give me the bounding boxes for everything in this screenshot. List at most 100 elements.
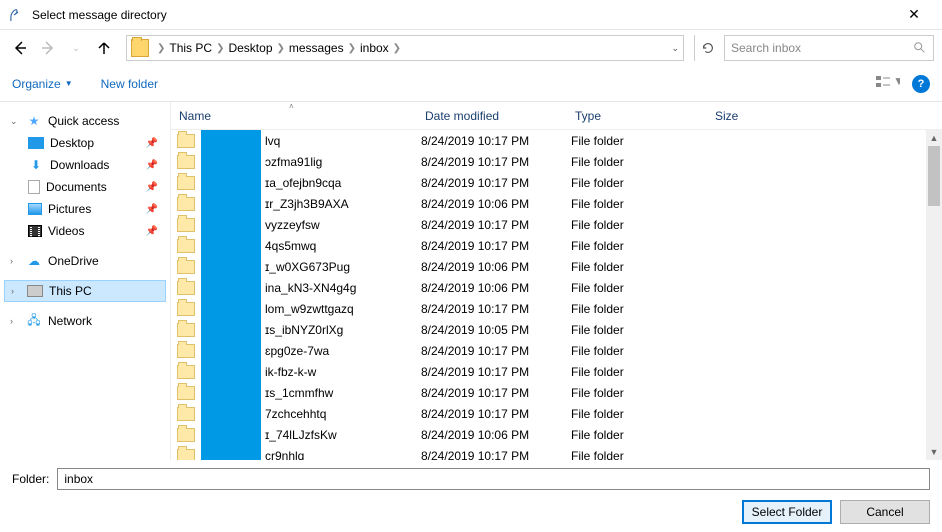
- file-date: 8/24/2019 10:06 PM: [421, 428, 571, 442]
- file-type: File folder: [571, 197, 711, 211]
- redacted-block: [201, 340, 261, 361]
- file-type: File folder: [571, 134, 711, 148]
- file-type: File folder: [571, 428, 711, 442]
- dialog-footer: Folder: Select Folder Cancel: [0, 460, 942, 532]
- file-type: File folder: [571, 260, 711, 274]
- file-type: File folder: [571, 155, 711, 169]
- file-list[interactable]: ▲ ▼ lvq8/24/2019 10:17 PMFile folderɔzfm…: [171, 130, 942, 460]
- tree-quick-access[interactable]: ⌄ ★ Quick access: [4, 110, 166, 132]
- file-row[interactable]: vyzzeyfsw8/24/2019 10:17 PMFile folder: [171, 214, 942, 235]
- breadcrumb-item[interactable]: This PC: [169, 41, 212, 55]
- app-icon: [8, 7, 24, 23]
- redacted-block: [201, 361, 261, 382]
- chevron-down-icon: ▼: [65, 79, 73, 88]
- file-row[interactable]: ɔzfma91lig8/24/2019 10:17 PMFile folder: [171, 151, 942, 172]
- file-row[interactable]: ɪ_w0XG673Pug8/24/2019 10:06 PMFile folde…: [171, 256, 942, 277]
- search-input[interactable]: Search inbox: [724, 35, 934, 61]
- redacted-block: [201, 256, 261, 277]
- file-date: 8/24/2019 10:17 PM: [421, 176, 571, 190]
- file-row[interactable]: 7zchcehhtq8/24/2019 10:17 PMFile folder: [171, 403, 942, 424]
- up-button[interactable]: [92, 36, 116, 60]
- col-size[interactable]: Size: [715, 109, 795, 123]
- address-bar[interactable]: ❯ This PC ❯ Desktop ❯ messages ❯ inbox ❯…: [126, 35, 684, 61]
- back-button[interactable]: [8, 36, 32, 60]
- tree-network[interactable]: › 🖧 Network: [4, 310, 166, 332]
- breadcrumb-item[interactable]: inbox: [360, 41, 389, 55]
- col-type[interactable]: Type: [575, 109, 715, 123]
- document-icon: [28, 180, 40, 194]
- file-pane: Name ˄ Date modified Type Size ▲ ▼ lvq8/…: [170, 102, 942, 460]
- folder-icon: [177, 323, 195, 337]
- nav-bar: ⌄ ❯ This PC ❯ Desktop ❯ messages ❯ inbox…: [0, 30, 942, 66]
- search-placeholder: Search inbox: [731, 41, 913, 55]
- chevron-right-icon[interactable]: ›: [10, 256, 20, 266]
- refresh-button[interactable]: [694, 35, 720, 61]
- cancel-button[interactable]: Cancel: [840, 500, 930, 524]
- download-icon: ⬇: [28, 157, 44, 173]
- search-icon: [913, 41, 927, 55]
- tree-videos[interactable]: Videos 📌: [4, 220, 166, 242]
- tree-onedrive[interactable]: › ☁ OneDrive: [4, 250, 166, 272]
- file-row[interactable]: cr9nhlq8/24/2019 10:17 PMFile folder: [171, 445, 942, 460]
- file-date: 8/24/2019 10:06 PM: [421, 281, 571, 295]
- view-options-button[interactable]: ▼: [876, 74, 900, 93]
- help-button[interactable]: ?: [912, 75, 930, 93]
- col-date[interactable]: Date modified: [425, 109, 575, 123]
- nav-tree: ⌄ ★ Quick access Desktop 📌 ⬇ Downloads 📌…: [0, 102, 170, 460]
- pictures-icon: [28, 203, 42, 215]
- folder-name-input[interactable]: [57, 468, 930, 490]
- file-row[interactable]: ɛpg0ze-7wa8/24/2019 10:17 PMFile folder: [171, 340, 942, 361]
- chevron-right-icon: ❯: [277, 43, 285, 54]
- file-date: 8/24/2019 10:05 PM: [421, 323, 571, 337]
- pin-icon: 📌: [146, 160, 158, 171]
- close-button[interactable]: ✕: [894, 6, 934, 23]
- file-row[interactable]: lom_w9zwttgazq8/24/2019 10:17 PMFile fol…: [171, 298, 942, 319]
- file-row[interactable]: ik-fbz-k-w8/24/2019 10:17 PMFile folder: [171, 361, 942, 382]
- redacted-block: [201, 403, 261, 424]
- file-row[interactable]: ɪ_74lLJzfsKw8/24/2019 10:06 PMFile folde…: [171, 424, 942, 445]
- chevron-right-icon[interactable]: ›: [10, 316, 20, 326]
- chevron-right-icon: ❯: [216, 43, 224, 54]
- file-row[interactable]: ɪs_ibNYZ0rlXg8/24/2019 10:05 PMFile fold…: [171, 319, 942, 340]
- file-date: 8/24/2019 10:17 PM: [421, 407, 571, 421]
- forward-button[interactable]: [36, 36, 60, 60]
- file-type: File folder: [571, 365, 711, 379]
- chevron-down-icon[interactable]: ⌄: [671, 43, 679, 54]
- title-bar: Select message directory ✕: [0, 0, 942, 30]
- col-name[interactable]: Name: [179, 109, 425, 123]
- file-row[interactable]: ɪa_ofejbn9cqa8/24/2019 10:17 PMFile fold…: [171, 172, 942, 193]
- file-type: File folder: [571, 239, 711, 253]
- file-row[interactable]: 4qs5mwq8/24/2019 10:17 PMFile folder: [171, 235, 942, 256]
- chevron-right-icon[interactable]: ›: [11, 286, 21, 296]
- file-row[interactable]: ɪr_Z3jh3B9AXA8/24/2019 10:06 PMFile fold…: [171, 193, 942, 214]
- tree-downloads[interactable]: ⬇ Downloads 📌: [4, 154, 166, 176]
- file-row[interactable]: ina_kN3-XN4g4g8/24/2019 10:06 PMFile fol…: [171, 277, 942, 298]
- tree-desktop[interactable]: Desktop 📌: [4, 132, 166, 154]
- chevron-down-icon[interactable]: ⌄: [10, 116, 20, 127]
- file-row[interactable]: ɪs_1cmmfhw8/24/2019 10:17 PMFile folder: [171, 382, 942, 403]
- new-folder-button[interactable]: New folder: [101, 77, 158, 91]
- file-date: 8/24/2019 10:17 PM: [421, 365, 571, 379]
- chevron-right-icon: ❯: [393, 43, 401, 54]
- file-type: File folder: [571, 281, 711, 295]
- file-date: 8/24/2019 10:17 PM: [421, 134, 571, 148]
- sort-ascending-icon: ˄: [289, 102, 294, 111]
- file-type: File folder: [571, 407, 711, 421]
- breadcrumb-item[interactable]: messages: [289, 41, 344, 55]
- file-type: File folder: [571, 323, 711, 337]
- pin-icon: 📌: [146, 182, 158, 193]
- select-folder-button[interactable]: Select Folder: [742, 500, 832, 524]
- file-type: File folder: [571, 302, 711, 316]
- tree-documents[interactable]: Documents 📌: [4, 176, 166, 198]
- videos-icon: [28, 225, 42, 237]
- folder-icon: [177, 260, 195, 274]
- tree-pictures[interactable]: Pictures 📌: [4, 198, 166, 220]
- breadcrumb-item[interactable]: Desktop: [228, 41, 272, 55]
- file-row[interactable]: lvq8/24/2019 10:17 PMFile folder: [171, 130, 942, 151]
- organize-button[interactable]: Organize ▼: [12, 77, 73, 91]
- file-type: File folder: [571, 176, 711, 190]
- folder-icon: [177, 218, 195, 232]
- tree-this-pc[interactable]: › This PC: [4, 280, 166, 302]
- network-icon: 🖧: [26, 313, 42, 329]
- recent-dropdown[interactable]: ⌄: [64, 36, 88, 60]
